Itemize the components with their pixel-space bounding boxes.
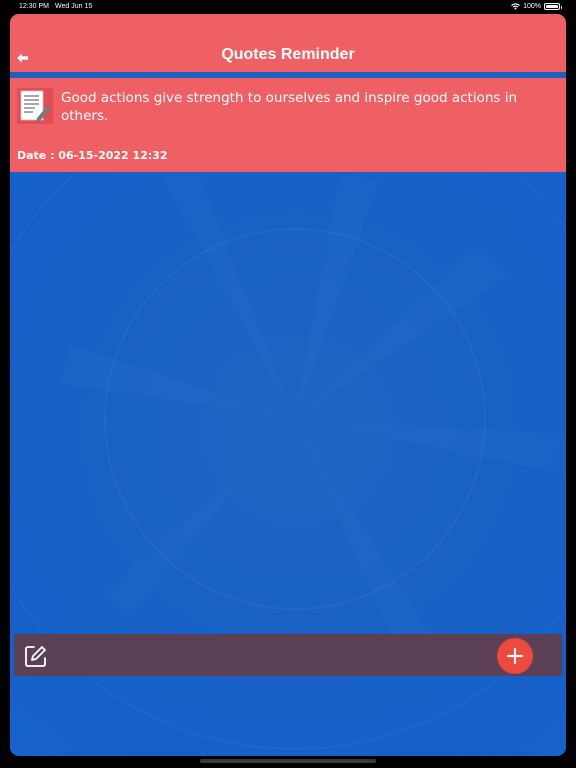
bottom-toolbar	[14, 634, 562, 676]
status-bar: 12:30 PM Wed Jun 15 100%	[0, 0, 576, 13]
battery-icon	[544, 3, 562, 10]
home-indicator[interactable]	[200, 759, 376, 763]
wifi-icon	[511, 3, 520, 10]
battery-percent: 100%	[523, 3, 541, 10]
edit-icon	[25, 646, 46, 667]
quote-list-item[interactable]: Good actions give strength to ourselves …	[10, 78, 566, 172]
note-icon	[17, 88, 53, 124]
status-date: Wed Jun 15	[55, 3, 93, 10]
plus-icon	[506, 647, 524, 665]
status-time: 12:30 PM	[19, 3, 49, 10]
nav-bar: Quotes Reminder	[10, 14, 566, 72]
quote-text: Good actions give strength to ourselves …	[61, 90, 518, 124]
app-window: Quotes Reminder Good actions give streng…	[10, 14, 566, 756]
edit-button[interactable]	[24, 644, 48, 668]
add-quote-button[interactable]	[497, 638, 533, 674]
quote-date: Date : 06-15-2022 12:32	[17, 149, 168, 162]
page-title: Quotes Reminder	[221, 46, 355, 63]
status-indicators: 100%	[511, 3, 562, 10]
